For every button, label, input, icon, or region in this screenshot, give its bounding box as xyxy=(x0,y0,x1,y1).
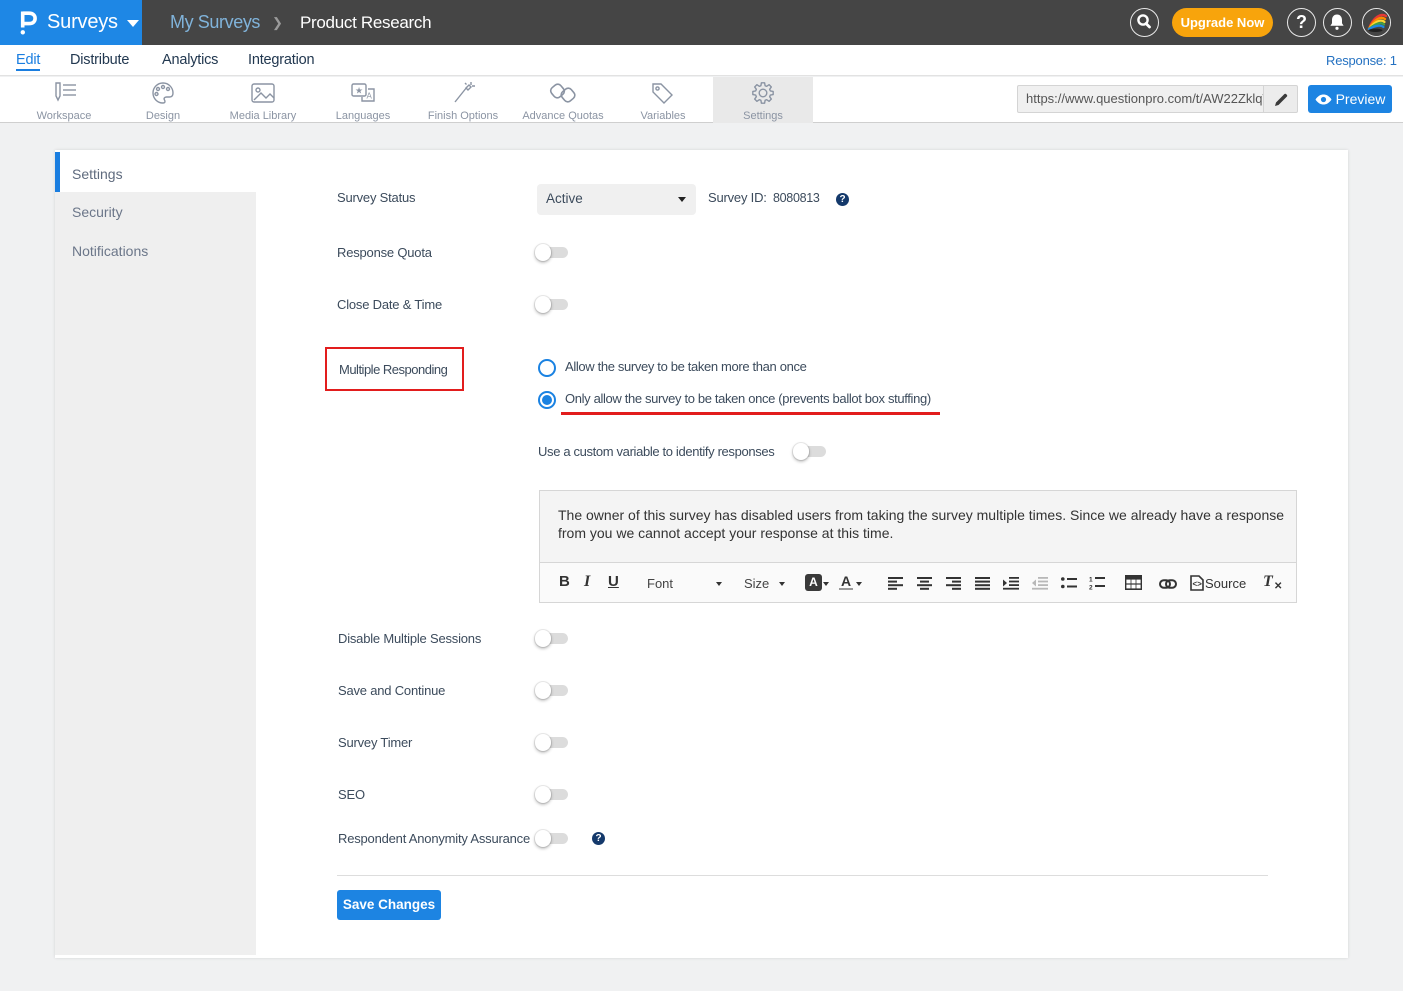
svg-text:<>: <> xyxy=(1193,580,1203,589)
svg-text:2: 2 xyxy=(1089,585,1093,592)
svg-text:★: ★ xyxy=(355,86,363,96)
svg-text:A: A xyxy=(367,92,373,101)
svg-text:1: 1 xyxy=(1089,577,1093,584)
